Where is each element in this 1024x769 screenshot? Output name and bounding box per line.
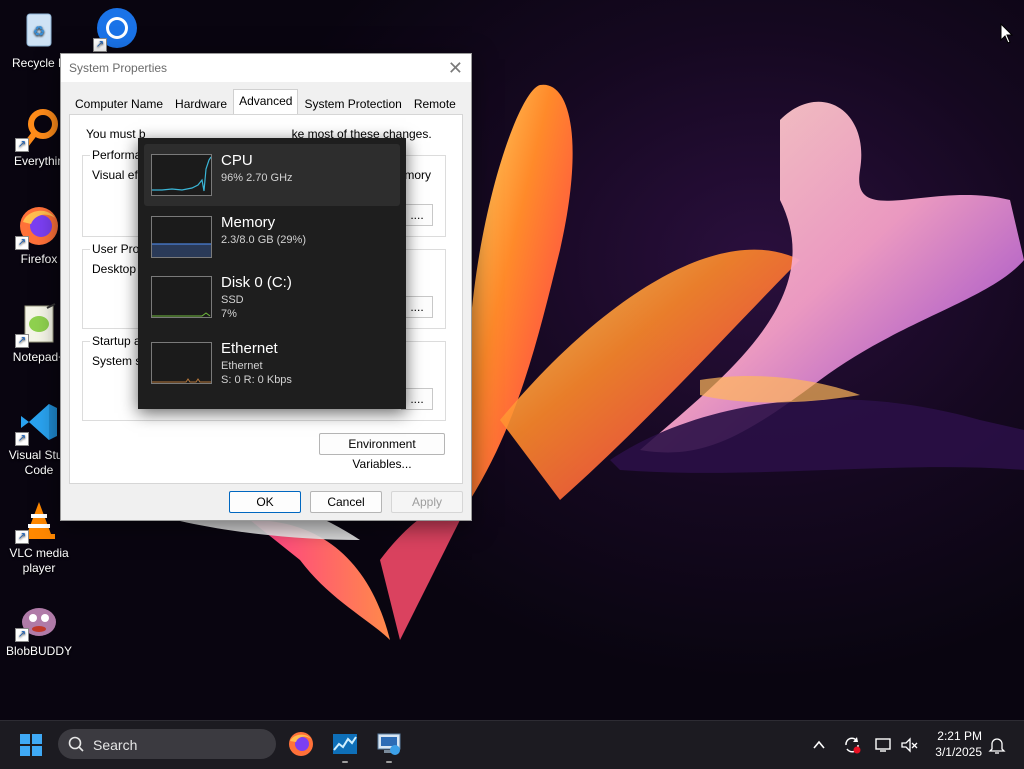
- desktop-icon-label: VLC media: [9, 546, 69, 560]
- tab-computer-name[interactable]: Computer Name: [69, 92, 169, 116]
- memory-graph: [151, 216, 212, 258]
- perf-item-ethernet[interactable]: Ethernet Ethernet S: 0 R: 0 Kbps: [144, 332, 400, 394]
- tab-system-protection[interactable]: System Protection: [298, 92, 407, 116]
- perf-item-name: Ethernet: [221, 340, 278, 357]
- shortcut-arrow-icon: ↗: [15, 236, 29, 250]
- taskbar: Search 2:21 PM 3/1/2025: [0, 720, 1024, 769]
- clock-time: 2:21 PM: [937, 729, 982, 743]
- perf-item-detail-2: 7%: [221, 308, 237, 320]
- search-label: Search: [93, 737, 138, 753]
- shortcut-arrow-icon: ↗: [15, 530, 29, 544]
- mouse-cursor-icon: [1000, 23, 1014, 44]
- shortcut-arrow-icon: ↗: [93, 38, 107, 52]
- disk-graph: [151, 276, 212, 318]
- tab-remote[interactable]: Remote: [408, 92, 462, 116]
- performance-group-right-text: mory: [404, 168, 431, 182]
- desktop-icon-label: BlobBUDDY: [5, 644, 73, 658]
- vlc-cone-icon: ↗: [15, 498, 61, 544]
- close-icon[interactable]: ✕: [448, 54, 463, 82]
- shortcut-arrow-icon: ↗: [15, 628, 29, 642]
- perf-item-detail: Ethernet: [221, 360, 263, 372]
- start-button[interactable]: [20, 734, 42, 756]
- running-indicator: [386, 761, 392, 763]
- ok-button[interactable]: OK: [229, 491, 301, 513]
- taskbar-system-properties[interactable]: [375, 730, 403, 763]
- desktop-icon-chrome[interactable]: ↗: [80, 6, 154, 54]
- network-icon[interactable]: [874, 736, 892, 754]
- dialog-titlebar[interactable]: System Properties ✕: [61, 54, 471, 82]
- firefox-icon: ↗: [15, 204, 61, 250]
- dialog-title: System Properties: [69, 61, 168, 75]
- svg-text:♻: ♻: [33, 23, 46, 39]
- recycle-bin-icon: ♻: [17, 8, 61, 52]
- desktop-icon-blobbuddy[interactable]: ↗ BlobBUDDY: [2, 596, 76, 659]
- system-properties-icon: [377, 733, 401, 755]
- chrome-icon: ↗: [93, 6, 139, 52]
- perf-item-detail-2: S: 0 R: 0 Kbps: [221, 374, 292, 386]
- shortcut-arrow-icon: ↗: [15, 432, 29, 446]
- admin-note-head: You must b: [86, 127, 146, 141]
- shortcut-arrow-icon: ↗: [15, 334, 29, 348]
- tab-advanced[interactable]: Advanced: [233, 89, 299, 115]
- perf-item-name: Disk 0 (C:): [221, 274, 292, 291]
- task-manager-performance-panel: CPU 96% 2.70 GHz Memory 2.3/8.0 GB (29%)…: [138, 138, 406, 409]
- taskbar-task-manager[interactable]: [331, 730, 359, 763]
- perf-item-name: CPU: [221, 152, 253, 169]
- vscode-icon: ↗: [15, 400, 61, 446]
- search-icon: [68, 736, 84, 752]
- volume-muted-icon[interactable]: [900, 736, 918, 754]
- taskbar-search-box[interactable]: Search: [58, 729, 276, 759]
- running-indicator: [342, 761, 348, 763]
- blobbuddy-icon: ↗: [15, 596, 61, 642]
- perf-item-disk[interactable]: Disk 0 (C:) SSD 7%: [144, 266, 400, 328]
- firefox-icon: [289, 732, 313, 756]
- ethernet-graph: [151, 342, 212, 384]
- chevron-up-icon[interactable]: [812, 738, 826, 752]
- task-manager-icon: [333, 734, 357, 754]
- desktop-icon-label: player: [22, 561, 56, 575]
- taskbar-clock[interactable]: 2:21 PM 3/1/2025: [920, 728, 982, 760]
- perf-item-detail: 96% 2.70 GHz: [221, 172, 293, 184]
- everything-search-icon: ↗: [15, 106, 61, 152]
- notepad-plus-plus-icon: ↗: [15, 302, 61, 348]
- cancel-button[interactable]: Cancel: [310, 491, 382, 513]
- tab-hardware[interactable]: Hardware: [169, 92, 233, 116]
- perf-item-name: Memory: [221, 214, 276, 231]
- notification-bell-icon[interactable]: [988, 736, 1006, 754]
- sync-icon[interactable]: [842, 735, 862, 755]
- cpu-graph: [151, 154, 212, 196]
- shortcut-arrow-icon: ↗: [15, 138, 29, 152]
- perf-item-detail: 2.3/8.0 GB (29%): [221, 234, 306, 246]
- taskbar-firefox[interactable]: [287, 730, 315, 758]
- perf-item-detail: SSD: [221, 294, 244, 306]
- perf-item-cpu[interactable]: CPU 96% 2.70 GHz: [144, 144, 400, 206]
- perf-item-memory[interactable]: Memory 2.3/8.0 GB (29%): [144, 206, 400, 268]
- environment-variables-button[interactable]: Environment Variables...: [319, 433, 445, 471]
- apply-button[interactable]: Apply: [391, 491, 463, 513]
- clock-date: 3/1/2025: [935, 745, 982, 759]
- dialog-tabs: Computer Name Hardware Advanced System P…: [69, 89, 462, 116]
